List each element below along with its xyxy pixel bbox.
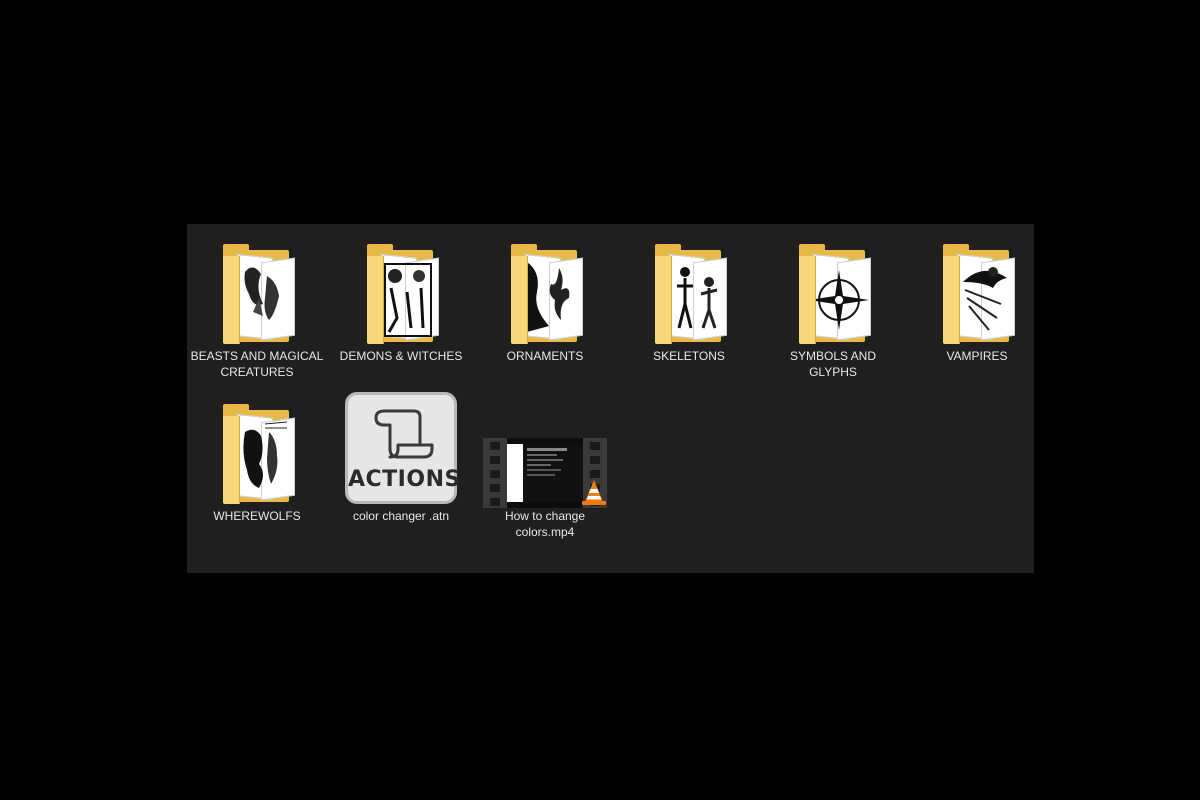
actions-badge-text: ACTIONS bbox=[348, 467, 461, 492]
folder-label: WHEREWOLFS bbox=[213, 509, 301, 523]
folder-icon bbox=[367, 242, 439, 344]
folder-icon bbox=[511, 242, 583, 344]
folder-ornaments[interactable]: ORNAMENTS bbox=[475, 232, 615, 364]
folder-icon bbox=[655, 242, 727, 344]
folder-demons-and-witches[interactable]: DEMONS & WITCHES bbox=[331, 232, 471, 364]
file-explorer-pane: BEASTS AND MAGICAL CREATURES DEMONS & WI… bbox=[187, 224, 1034, 573]
folder-label: BEASTS AND MAGICAL CREATURES bbox=[190, 349, 324, 379]
file-label: color changer .atn bbox=[352, 509, 450, 523]
folder-wherewolfs[interactable]: WHEREWOLFS bbox=[187, 392, 327, 524]
folder-label: VAMPIRES bbox=[946, 349, 1008, 363]
vlc-cone-icon bbox=[582, 480, 606, 505]
video-file-icon bbox=[483, 438, 607, 508]
file-color-changer-atn[interactable]: ACTIONS color changer .atn bbox=[331, 392, 471, 524]
folder-vampires[interactable]: VAMPIRES bbox=[907, 232, 1047, 364]
file-how-to-change-colors-mp4[interactable]: How to change colors.mp4 bbox=[475, 392, 615, 540]
folder-icon bbox=[223, 242, 295, 344]
folder-label: DEMONS & WITCHES bbox=[339, 349, 463, 363]
folder-label: ORNAMENTS bbox=[506, 349, 584, 363]
folder-beasts-and-magical-creatures[interactable]: BEASTS AND MAGICAL CREATURES bbox=[187, 232, 327, 380]
folder-skeletons[interactable]: SKELETONS bbox=[619, 232, 759, 364]
folder-icon bbox=[799, 242, 871, 344]
folder-icon bbox=[943, 242, 1015, 344]
folder-icon bbox=[223, 402, 295, 504]
folder-label: SYMBOLS AND GLYPHS bbox=[789, 349, 877, 379]
folder-symbols-and-glyphs[interactable]: SYMBOLS AND GLYPHS bbox=[763, 232, 903, 380]
folder-label: SKELETONS bbox=[653, 349, 725, 363]
actions-file-icon: ACTIONS bbox=[345, 392, 461, 504]
file-label: How to change colors.mp4 bbox=[504, 509, 586, 539]
